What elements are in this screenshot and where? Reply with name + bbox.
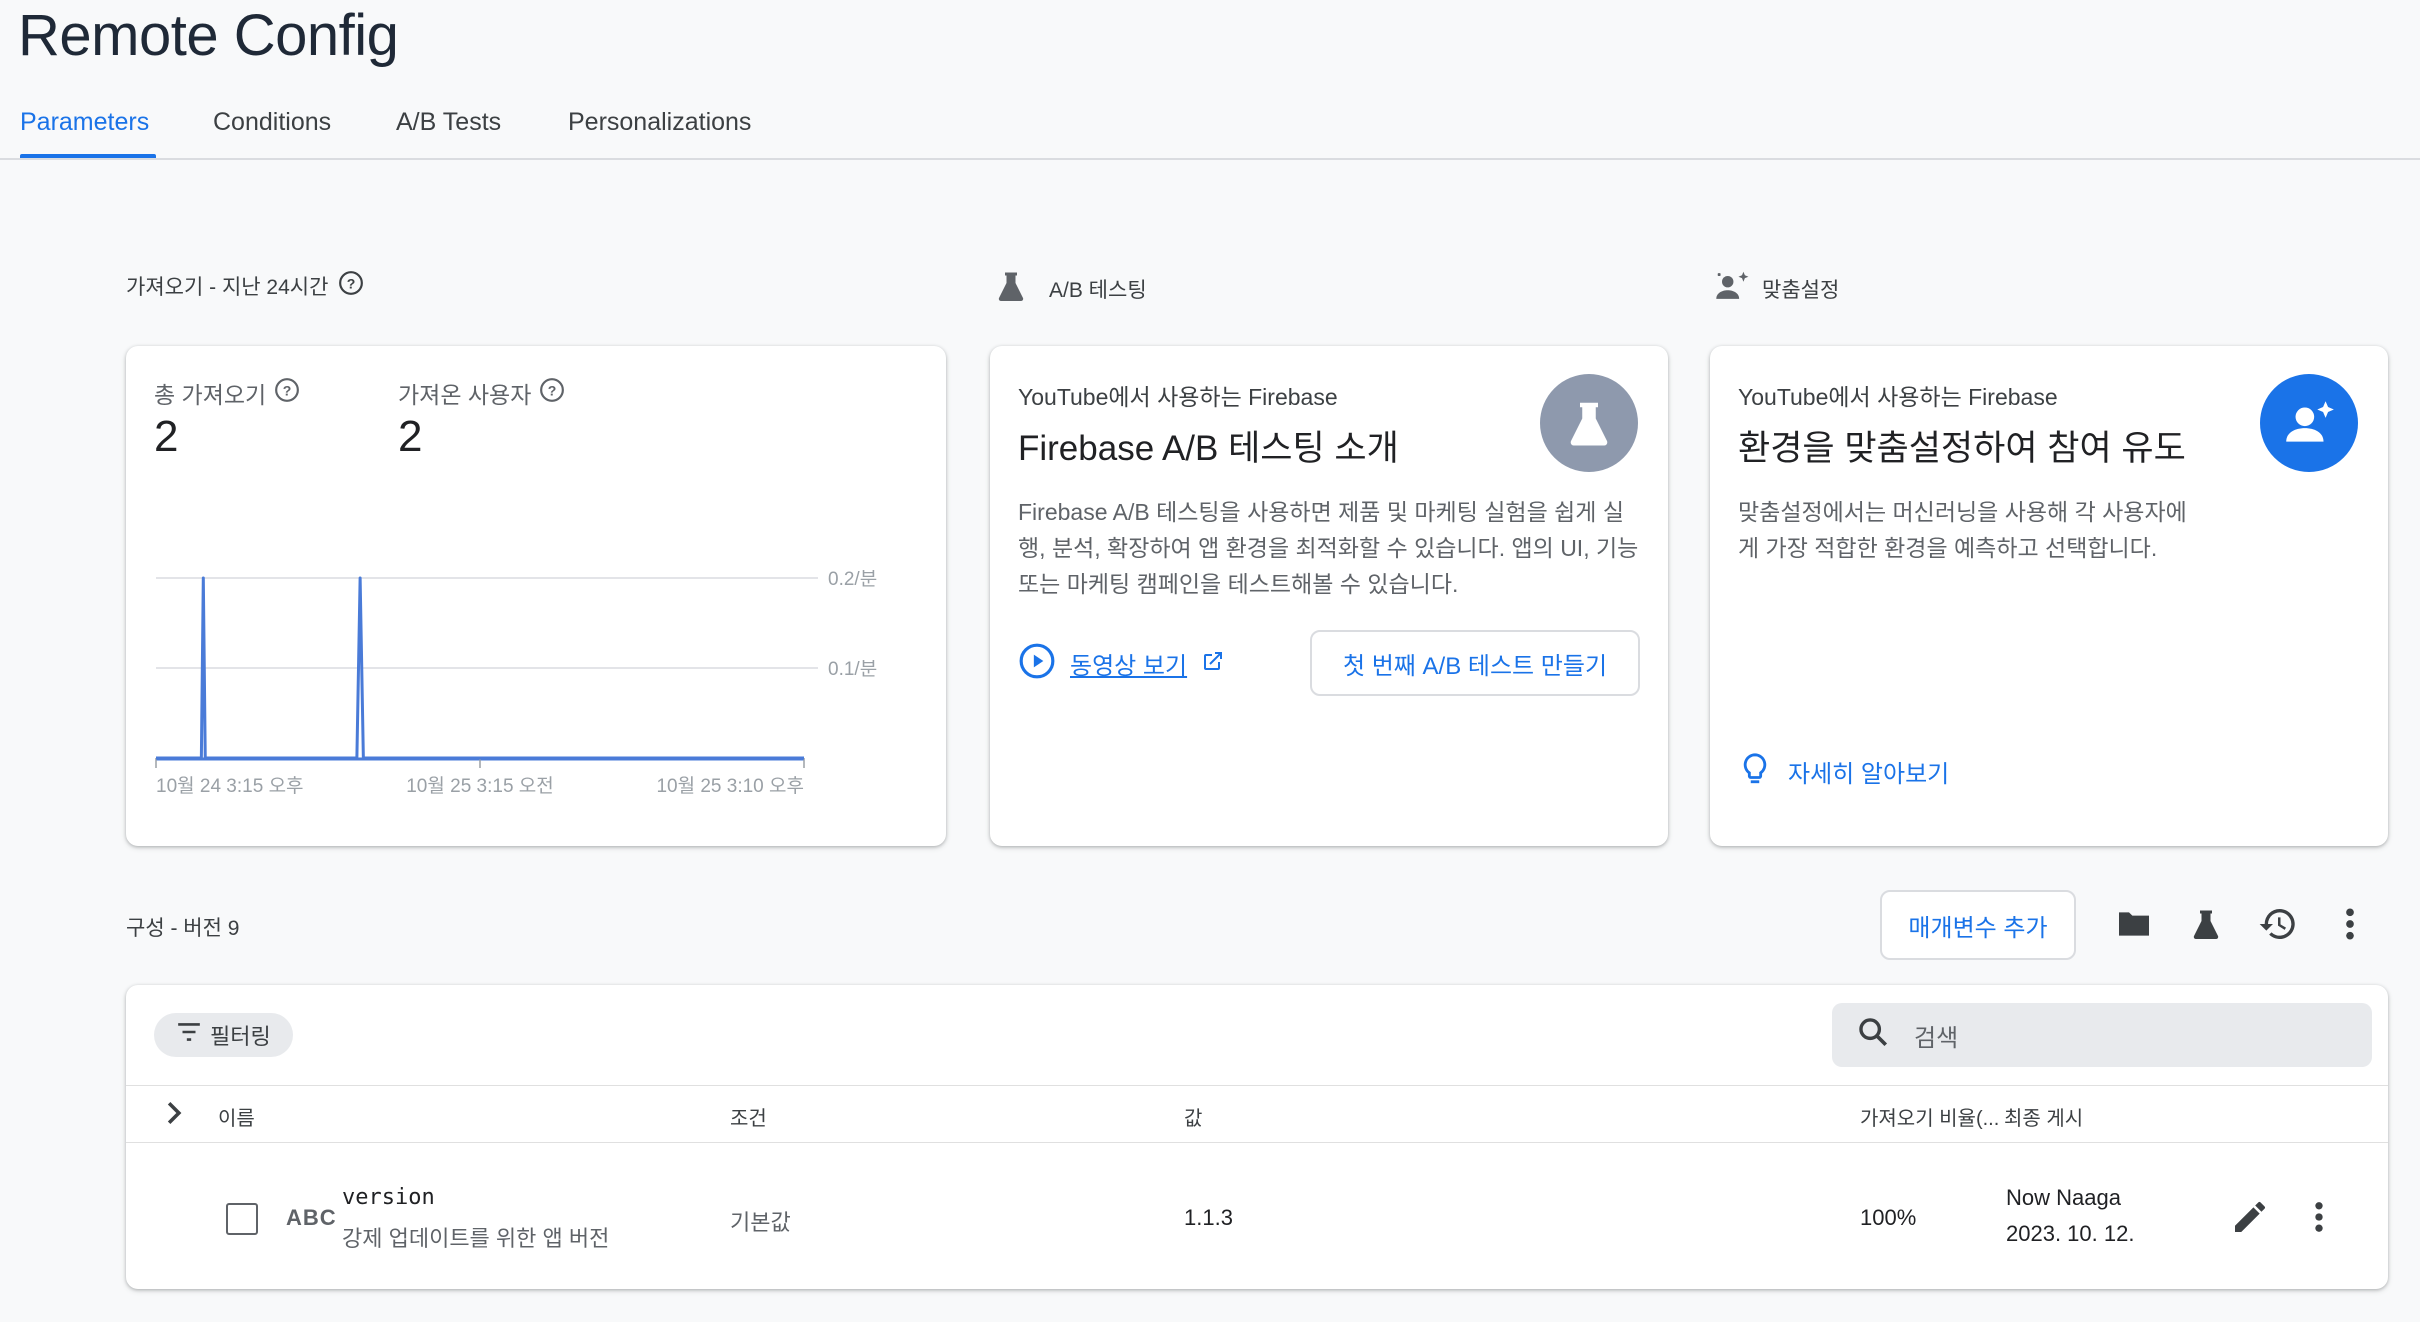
column-fetch-ratio[interactable]: 가져오기 비율(... (1860, 1102, 1999, 1131)
column-name[interactable]: 이름 (218, 1102, 255, 1131)
help-icon[interactable]: ? (338, 270, 364, 302)
published-by: Now Naaga (2006, 1185, 2121, 1210)
personalization-section-text: 맞춤설정 (1762, 279, 1840, 302)
fetch-chart: 0.2/분 0.1/분 10월 24 3:15 오후 10월 25 3:15 오전 10… (155, 569, 877, 797)
string-type-icon: ABC (286, 1205, 337, 1230)
param-name: version (342, 1185, 435, 1210)
filter-chip[interactable]: 필터링 (154, 1013, 293, 1057)
chart-y-tick-label: 0.2/분 (828, 569, 877, 590)
ab-card: YouTube에서 사용하는 Firebase Firebase A/B 테스팅… (990, 346, 1668, 846)
column-last-published[interactable]: 최종 게시 (2004, 1102, 2083, 1131)
filter-label: 필터링 (210, 1024, 271, 1049)
edit-icon[interactable] (2230, 1197, 2270, 1242)
search-placeholder: 검색 (1914, 1024, 1959, 1052)
history-icon[interactable] (2254, 900, 2302, 948)
chart-x-tick-label: 10월 25 3:15 오전 (406, 775, 554, 797)
table-row[interactable]: ABC version 강제 업데이트를 위한 앱 버전 기본값 1.1.3 1… (126, 1143, 2388, 1289)
ab-section-label: A/B 테스팅 (993, 268, 1147, 310)
ab-body: Firebase A/B 테스팅을 사용하면 제품 및 마케팅 실험을 쉽게 실… (1018, 499, 1639, 597)
ab-eyebrow: YouTube에서 사용하는 Firebase (1018, 384, 1338, 410)
flask-icon[interactable] (2182, 900, 2230, 948)
person-sparkle-icon (1712, 268, 1752, 310)
fetch-card: 총 가져오기 ? 2 가져온 사용자 ? 2 0.2/분 0.1/분 10월 24 … (126, 346, 946, 846)
fetch-section-label: 가져오기 - 지난 24시간 ? (126, 270, 364, 302)
row-more-vert-icon[interactable] (2314, 1201, 2324, 1238)
person-sparkle-icon (2260, 374, 2358, 472)
row-checkbox[interactable] (226, 1203, 258, 1235)
svg-text:?: ? (347, 275, 356, 291)
ab-section-text: A/B 테스팅 (1049, 279, 1147, 302)
video-link-text[interactable]: 동영상 보기 (1070, 646, 1187, 681)
filter-icon (176, 1022, 202, 1048)
column-value[interactable]: 값 (1184, 1102, 1202, 1131)
parameters-table: 필터링 검색 이름 조건 값 가져오기 비율(... 최종 게시 ABC ver… (126, 985, 2388, 1289)
more-vert-icon[interactable] (2326, 900, 2374, 948)
search-icon (1856, 1015, 1890, 1056)
param-value: 1.1.3 (1184, 1205, 1233, 1230)
tab-conditions[interactable]: Conditions (213, 108, 331, 137)
tab-parameters[interactable]: Parameters (20, 108, 149, 137)
personalization-card: YouTube에서 사용하는 Firebase 환경을 맞춤설정하여 참여 유도… (1710, 346, 2388, 846)
chart-x-tick-label: 10월 25 3:10 오후 (656, 775, 804, 797)
tab-bar: Parameters Conditions A/B Tests Personal… (0, 100, 2420, 160)
table-header: 이름 조건 값 가져오기 비율(... 최종 게시 (126, 1085, 2388, 1143)
active-tab-indicator (20, 154, 156, 158)
expand-chevron-icon[interactable] (164, 1100, 184, 1131)
flask-icon (1540, 374, 1638, 472)
personalization-eyebrow: YouTube에서 사용하는 Firebase (1738, 384, 2058, 410)
search-input[interactable]: 검색 (1832, 1003, 2372, 1067)
param-condition: 기본값 (730, 1210, 791, 1235)
chart-y-tick-label: 0.1/분 (828, 659, 877, 680)
param-fetch-ratio: 100% (1860, 1205, 1917, 1230)
folder-icon[interactable] (2110, 900, 2158, 948)
ab-title: Firebase A/B 테스팅 소개 (1018, 429, 1399, 468)
page-title: Remote Config (18, 3, 399, 68)
config-version-label: 구성 - 버전 9 (126, 917, 240, 940)
column-condition[interactable]: 조건 (730, 1102, 767, 1131)
personalization-section-label: 맞춤설정 (1712, 268, 1839, 310)
fetch-section-text: 가져오기 - 지난 24시간 (126, 276, 329, 299)
lightbulb-icon (1738, 750, 1772, 793)
published-date: 2023. 10. 12. (2006, 1221, 2135, 1246)
external-link-icon (1201, 649, 1225, 678)
chart-x-tick-label: 10월 24 3:15 오후 (156, 775, 304, 797)
personalization-title: 환경을 맞춤설정하여 참여 유도 (1738, 429, 2186, 468)
param-description: 강제 업데이트를 위한 앱 버전 (342, 1226, 610, 1251)
personalization-body: 맞춤설정에서는 머신러닝을 사용해 각 사용자에게 가장 적합한 환경을 예측하… (1738, 499, 2187, 561)
learn-more-text[interactable]: 자세히 알아보기 (1788, 754, 1949, 789)
flask-icon (993, 268, 1029, 310)
tab-ab-tests[interactable]: A/B Tests (396, 108, 501, 137)
create-ab-test-button[interactable]: 첫 번째 A/B 테스트 만들기 (1310, 630, 1640, 696)
play-circle-icon (1018, 642, 1056, 685)
add-parameter-button[interactable]: 매개변수 추가 (1880, 890, 2076, 960)
learn-more-link[interactable]: 자세히 알아보기 (1738, 750, 1949, 793)
video-link[interactable]: 동영상 보기 (1018, 642, 1225, 685)
tab-personalizations[interactable]: Personalizations (568, 108, 751, 137)
